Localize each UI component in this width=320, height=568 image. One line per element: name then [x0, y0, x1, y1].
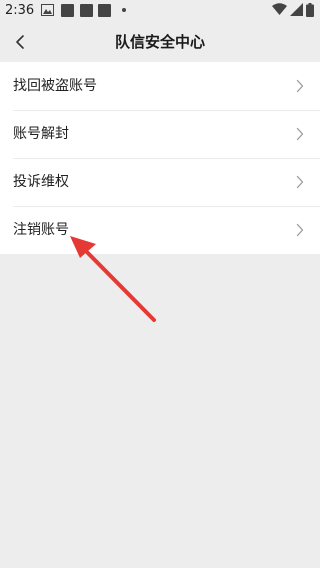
chevron-right-icon — [296, 223, 304, 237]
battery-icon — [306, 3, 314, 17]
menu-item-unban-account[interactable]: 账号解封 — [0, 110, 320, 158]
nav-bar: 队信安全中心 — [0, 22, 320, 62]
menu-item-label: 找回被盗账号 — [13, 78, 97, 94]
wifi-icon — [272, 3, 287, 15]
menu-list: 找回被盗账号 账号解封 投诉维权 注销账号 — [0, 62, 320, 254]
status-time: 2:36 — [5, 3, 35, 18]
notification-icon — [98, 4, 111, 17]
chevron-right-icon — [296, 79, 304, 93]
menu-item-label: 投诉维权 — [13, 174, 69, 190]
status-bar: 2:36 — [0, 0, 320, 22]
page-title: 队信安全中心 — [114, 33, 205, 51]
chevron-right-icon — [296, 127, 304, 141]
menu-item-recover-stolen-account[interactable]: 找回被盗账号 — [0, 62, 320, 110]
signal-icon — [290, 3, 303, 16]
notification-icon — [80, 4, 93, 17]
menu-item-label: 注销账号 — [13, 222, 69, 238]
menu-item-complaint[interactable]: 投诉维权 — [0, 158, 320, 206]
menu-item-delete-account[interactable]: 注销账号 — [0, 206, 320, 254]
chevron-right-icon — [296, 175, 304, 189]
more-notifications-icon — [122, 8, 126, 12]
menu-item-label: 账号解封 — [13, 126, 69, 142]
notification-icon — [61, 4, 74, 17]
image-icon — [41, 4, 54, 16]
screen: 2:36 队信安全中心 找回被盗账号 账号解封 投诉维权 注销账号 — [0, 0, 320, 568]
